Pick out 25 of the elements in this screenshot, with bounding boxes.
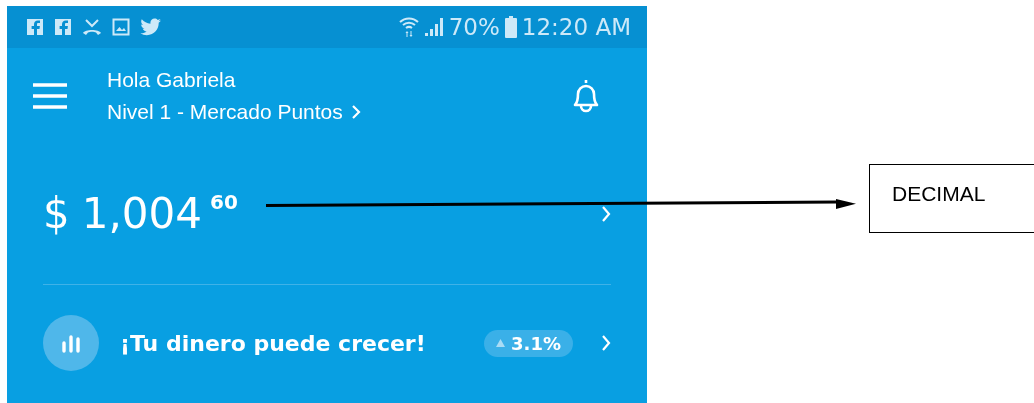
- square-f-icon: [54, 18, 72, 36]
- greeting-text: Hola Gabriela: [107, 67, 237, 93]
- battery-percentage: 70%: [448, 14, 500, 40]
- chevron-right-icon: [601, 334, 611, 352]
- bird-icon: [140, 18, 162, 36]
- triangle-up-icon: [496, 339, 506, 347]
- wifi-icon: [398, 16, 419, 38]
- signal-icon: [423, 17, 444, 37]
- rate-badge: 3.1%: [484, 329, 573, 357]
- promo-row[interactable]: ¡Tu dinero puede crecer! 3.1%: [7, 285, 647, 401]
- bar-chart-icon: [43, 315, 99, 371]
- balance-amount: 1,004: [81, 189, 202, 239]
- currency-sign: $: [43, 189, 70, 239]
- square-f-icon: [26, 18, 44, 36]
- clock-time: 12:20 AM: [521, 14, 631, 40]
- menu-icon[interactable]: [33, 83, 67, 109]
- battery-icon: [504, 16, 517, 38]
- balance-decimals: 60: [210, 189, 238, 215]
- promo-text: ¡Tu dinero puede crecer!: [120, 330, 427, 356]
- annotation-box: DECIMAL: [869, 164, 1034, 233]
- image-icon: [112, 18, 130, 36]
- level-link[interactable]: Nivel 1 - Mercado Puntos: [107, 99, 567, 125]
- chevron-right-icon: [350, 104, 361, 120]
- phone-curve-icon: [82, 18, 102, 36]
- chevron-right-icon: [601, 205, 611, 223]
